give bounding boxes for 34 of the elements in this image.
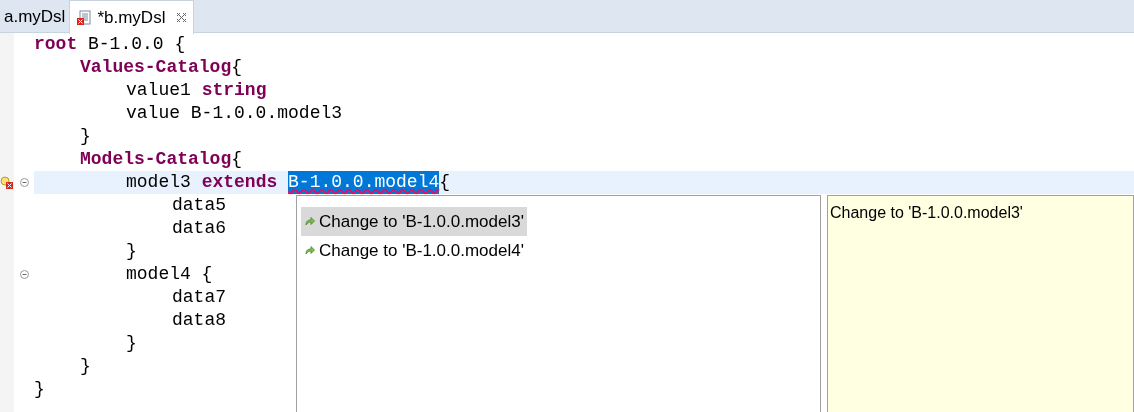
code-text: }: [34, 378, 45, 401]
collapse-icon[interactable]: [19, 270, 29, 279]
info-text: Change to 'B-1.0.0.model3': [830, 204, 1023, 221]
arrow-icon: [305, 246, 315, 255]
arrow-icon: [305, 217, 315, 226]
code-text: {: [231, 56, 243, 79]
collapse-icon[interactable]: [19, 178, 29, 187]
error-bulb-icon[interactable]: [0, 175, 14, 190]
code-keyword: Values-Catalog: [80, 56, 232, 79]
code-text: B-1.0.0 {: [87, 33, 186, 56]
code-text: value1: [126, 79, 192, 102]
proposal-item[interactable]: Change to 'B-1.0.0.model4': [301, 236, 527, 265]
close-icon[interactable]: [176, 12, 188, 23]
code-text: data6: [172, 217, 226, 240]
code-text: data8: [172, 309, 226, 332]
code-text: data7: [172, 286, 226, 309]
code-text: data5: [172, 194, 226, 217]
code-text: value B-1.0.0.model3: [126, 102, 343, 125]
code-text: model4 {: [126, 263, 213, 286]
code-text: {: [439, 171, 451, 194]
code-text: }: [80, 355, 91, 378]
code-text: }: [126, 332, 137, 355]
code-keyword: string: [201, 79, 267, 102]
code-text: {: [231, 148, 243, 171]
code-keyword: Models-Catalog: [80, 148, 232, 171]
editor-tab[interactable]: *b.myDsl: [69, 0, 195, 34]
proposal-item[interactable]: Change to 'B-1.0.0.model3': [301, 207, 527, 236]
code-text: model3: [126, 171, 192, 194]
code-text: B-1.0.0.model4: [288, 171, 440, 194]
editor-tab[interactable]: a.myDsl: [0, 0, 70, 33]
code-text: }: [80, 125, 91, 148]
code-keyword: extends: [201, 171, 279, 194]
code-keyword: root: [34, 33, 78, 56]
code-text: }: [126, 240, 137, 263]
